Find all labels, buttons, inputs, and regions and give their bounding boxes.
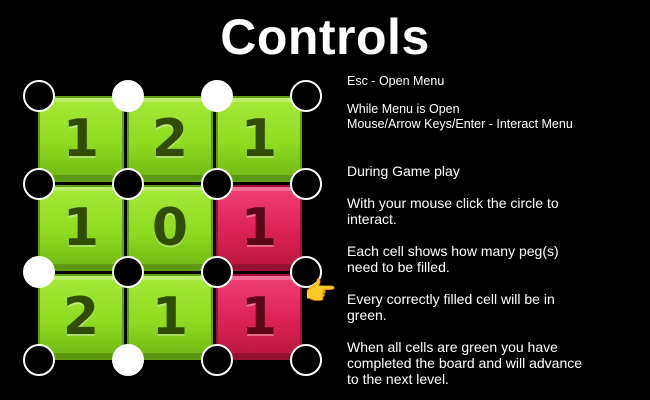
board-cell-green: 2 [38,274,124,360]
instruction-menu-open: While Menu is Open [347,102,460,116]
cell-value: 1 [240,287,278,347]
peg-filled[interactable] [23,256,55,288]
instruction-menu-keys: Mouse/Arrow Keys/Enter - Interact Menu [347,117,573,131]
instruction-complete-line3: to the next level. [347,371,449,387]
game-board: 121101211 [0,0,340,400]
cell-value: 1 [240,109,278,169]
cell-value: 2 [62,287,100,347]
instruction-correct-line1: Every correctly filled cell will be in [347,291,555,307]
instruction-esc: Esc - Open Menu [347,74,445,88]
peg-empty[interactable] [201,256,233,288]
board-cell-green: 1 [38,96,124,182]
board-cell-green: 1 [127,274,213,360]
instruction-mouse-line2: interact. [347,211,397,227]
cell-value: 1 [62,109,100,169]
instruction-cells-line2: need to be filled. [347,259,450,275]
board-cell-red: 1 [216,274,302,360]
peg-empty[interactable] [290,168,322,200]
instruction-complete-line2: completed the board and will advance [347,355,583,371]
hand-pointer-icon: 👉 [304,276,337,306]
peg-filled[interactable] [112,344,144,376]
peg-empty[interactable] [112,168,144,200]
peg-empty[interactable] [201,168,233,200]
peg-empty[interactable] [23,344,55,376]
board-cell-green: 2 [127,96,213,182]
instruction-complete-line1: When all cells are green you have [347,339,558,355]
instruction-mouse-line1: With your mouse click the circle to [347,195,559,211]
cell-value: 1 [151,287,189,347]
instruction-correct-line2: green. [347,307,387,323]
peg-filled[interactable] [201,80,233,112]
board-cell-red: 1 [216,185,302,271]
peg-filled[interactable] [112,80,144,112]
peg-empty[interactable] [290,344,322,376]
peg-empty[interactable] [290,80,322,112]
board-cell-green: 0 [127,185,213,271]
instruction-cells-line1: Each cell shows how many peg(s) [347,243,559,259]
instruction-gameplay: During Game play [347,163,460,179]
peg-empty[interactable] [23,80,55,112]
peg-empty[interactable] [23,168,55,200]
peg-empty[interactable] [112,256,144,288]
cell-value: 1 [62,198,100,258]
board-cell-green: 1 [216,96,302,182]
cell-value: 0 [151,198,189,258]
cell-value: 1 [240,198,278,258]
cell-value: 2 [151,109,189,169]
board-cell-green: 1 [38,185,124,271]
peg-empty[interactable] [201,344,233,376]
